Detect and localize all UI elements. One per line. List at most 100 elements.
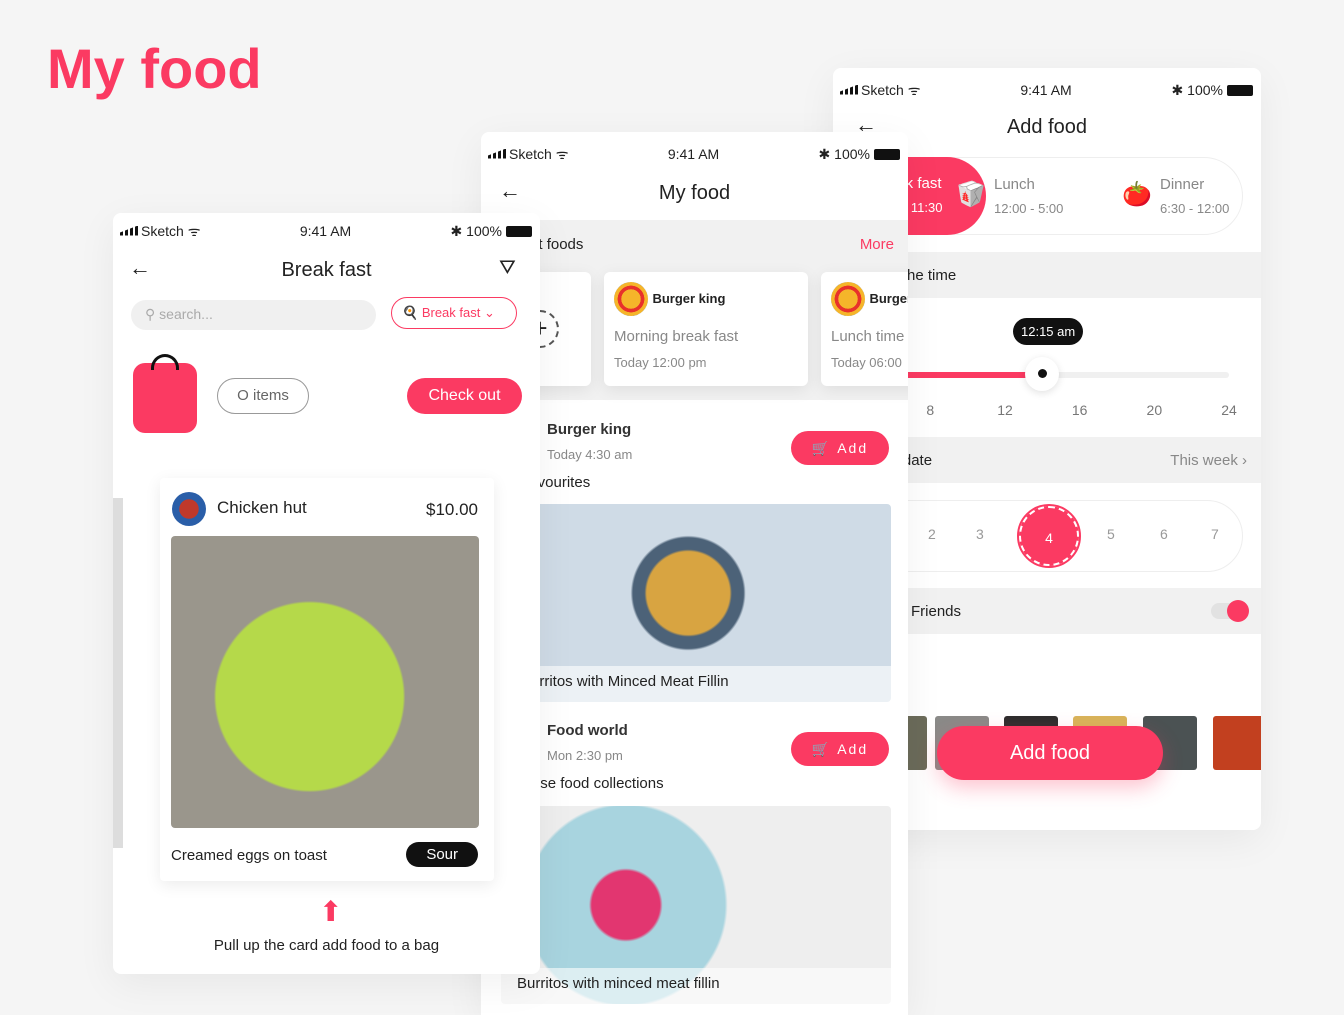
battery-icon [505,226,532,238]
page-title: My food [47,37,262,100]
date-option[interactable]: 4 [1017,504,1081,568]
arrow-up-icon: ⬆ [319,896,343,927]
tick-label: 8 [926,402,935,418]
burger-king-logo [831,282,865,316]
entry-time: Mon 2:30 pm [547,748,623,763]
food-image [171,536,479,828]
card-price: $10.00 [426,500,478,519]
carrier: Sketch [861,81,904,98]
break-fast-screen: Sketch ᯤ 9:41 AM ✱ 100% ← Break fast ⛛ ⚲ s… [113,213,540,974]
meal-filter-dropdown[interactable]: 🍳 Break fast ⌄ [391,297,517,329]
cart-icon: 🛒 [811,740,838,757]
filter-icon[interactable]: ⛛ [499,257,516,280]
time-slider[interactable] [893,357,1229,391]
card-desc: Morning break fast [614,328,739,345]
add-label: Add [837,440,869,456]
meal-lunch[interactable]: 🥡 Lunch 12:00 - 5:00 [956,176,1064,216]
card-brand: Burger king [869,291,908,307]
tick-label: 12 [997,402,1013,418]
screen-title: Break fast [281,259,372,281]
carrier: Sketch [509,145,552,162]
tick-label: 24 [1221,402,1237,418]
this-week-link[interactable]: This week › [1170,452,1247,469]
handle-dot [1037,369,1047,378]
link-label: This week [1170,451,1238,469]
battery-level: 100% [1187,81,1223,98]
date-option[interactable]: 7 [1211,526,1219,542]
food-card[interactable]: Chicken hut $10.00 Creamed eggs on toast… [160,478,494,881]
food-image[interactable]: Burritos with Minced Meat Fillin [501,504,891,702]
search-icon: ⚲ [145,306,160,322]
carrier: Sketch [141,222,184,239]
bag-handle [151,354,179,370]
prev-card-edge[interactable] [113,498,123,848]
entry-brand: Food world [547,722,628,739]
meal-name: Lunch [994,176,1035,193]
tomato-bottle-icon: 🍅 [1122,181,1152,208]
date-option[interactable]: 3 [976,526,984,542]
burger-king-logo [614,282,648,316]
meal-icon: 🍳 [402,305,419,320]
clock: 9:41 AM [667,146,720,162]
battery-icon [873,149,900,161]
card-time: Today 06:00 [831,355,902,370]
toggle-knob [1227,600,1249,622]
search-input[interactable]: ⚲ search... [131,300,376,330]
taste-tag: Sour [406,842,478,867]
status-bar: Sketch ᯤ 9:41 AM ✱ 100% [113,221,540,241]
add-button[interactable]: 🛒 Add [791,431,889,465]
date-option[interactable]: 5 [1107,526,1115,542]
meal-dinner[interactable]: 🍅 Dinner 6:30 - 12:00 [1122,176,1230,216]
recent-food-card[interactable]: Burger king Lunch time Today 06:00 [821,272,908,386]
section-title: Friends [911,602,962,620]
items-count: O items [217,378,309,414]
chevron-down-icon: ⌄ [483,305,495,320]
add-food-button[interactable]: Add food [937,726,1163,780]
battery-level: 100% [466,222,502,239]
time-tooltip: 12:15 am [1013,318,1084,345]
chicken-hut-logo [172,492,206,526]
slider-fill [893,372,1043,378]
friends-toggle[interactable] [1211,600,1249,622]
meal-name: Dinner [1160,176,1205,193]
dish-name: Creamed eggs on toast [171,847,327,864]
slider-handle[interactable] [1025,357,1060,391]
bag-icon[interactable] [133,354,197,433]
battery-icon [1226,85,1253,97]
tick-label: 20 [1146,402,1163,418]
tick-label: 16 [1071,402,1088,418]
date-picker: 2 3 4 5 6 7 [873,500,1243,572]
slider-ticks: 8 12 16 20 24 [893,402,1236,422]
cart-icon: 🛒 [811,439,838,456]
more-link[interactable]: More [860,236,894,253]
meal-time: 12:00 - 5:00 [994,201,1064,216]
hint-text: Pull up the card add food to a bag [213,937,440,954]
entry-time: Today 4:30 am [547,447,633,462]
clock: 9:41 AM [299,223,352,239]
add-button[interactable]: 🛒 Add [791,732,889,766]
meal-time: 6:30 - 12:00 [1160,201,1230,216]
date-option[interactable]: 2 [928,526,936,542]
checkout-button[interactable]: Check out [407,378,522,414]
food-image[interactable]: Burritos with minced meat fillin [501,806,891,1004]
card-brand: Chicken hut [217,498,307,517]
add-label: Add [837,741,869,757]
clock: 9:41 AM [1020,82,1072,98]
dish-name: Burritos with Minced Meat Fillin [501,666,891,702]
search-placeholder: search... [159,306,213,322]
recent-food-card[interactable]: Burger king Morning break fast Today 12:00… [604,272,808,386]
battery-level: 100% [834,145,870,162]
date-option[interactable]: 6 [1160,526,1168,542]
takeout-box-icon: 🥡 [956,181,986,208]
meal-selector: Break fast7:00 - 11:30 🥡Lunch12:00 - 5:0… [834,157,1243,235]
card-time: Today 12:00 pm [614,355,707,370]
dropdown-value: Break fast [421,305,481,320]
screen-title: My food [658,182,731,204]
friend-avatar[interactable] [1213,716,1261,770]
my-food-screen: Sketch ᯤ9:41 AM✱ 100% ← My food Recent f… [481,132,908,1015]
entry-brand: Burger king [547,421,632,438]
status-bar: Sketch ᯤ 9:41 AM ✱ 100% [481,144,908,164]
card-desc: Lunch time [831,328,905,345]
status-bar: Sketch ᯤ 9:41 AM ✱ 100% [833,80,1261,100]
card-brand: Burger king [652,291,726,307]
